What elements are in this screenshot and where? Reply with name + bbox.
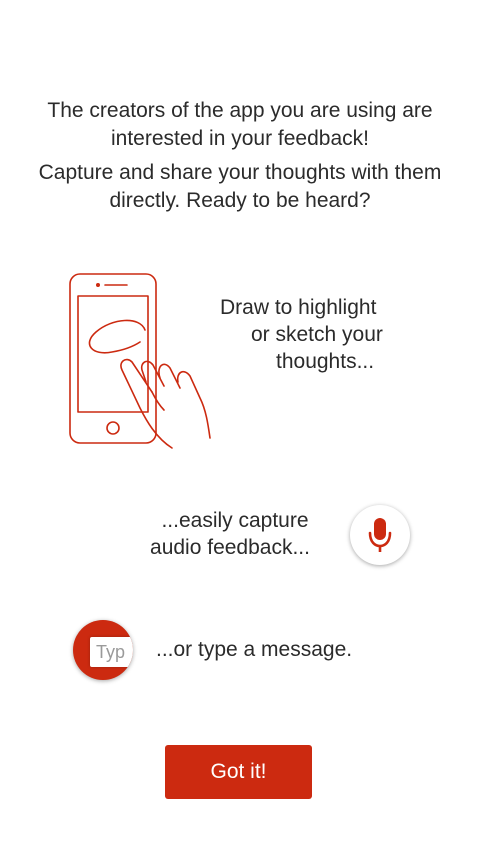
audio-feedback-button[interactable]	[350, 505, 410, 565]
draw-line-3: thoughts...	[276, 350, 375, 373]
intro-text-feedback: The creators of the app you are using ar…	[47, 99, 433, 150]
draw-line-1: Draw to highlight	[220, 296, 377, 319]
got-it-button[interactable]: Got it!	[165, 745, 312, 799]
audio-description: ...easily capture audio feedback...	[140, 507, 330, 561]
text-field-icon: Typ	[90, 637, 133, 667]
microphone-icon	[368, 518, 392, 552]
intro-text-capture: Capture and share your thoughts with the…	[38, 161, 442, 212]
type-message-button[interactable]: Typ	[73, 620, 133, 680]
draw-description: Draw to highlight or sketch your thought…	[200, 294, 400, 375]
audio-line-1: ...easily capture	[161, 509, 309, 532]
type-description: ...or type a message.	[156, 638, 353, 661]
audio-line-2: audio feedback...	[150, 536, 310, 559]
draw-line-2: or sketch your	[251, 323, 383, 346]
